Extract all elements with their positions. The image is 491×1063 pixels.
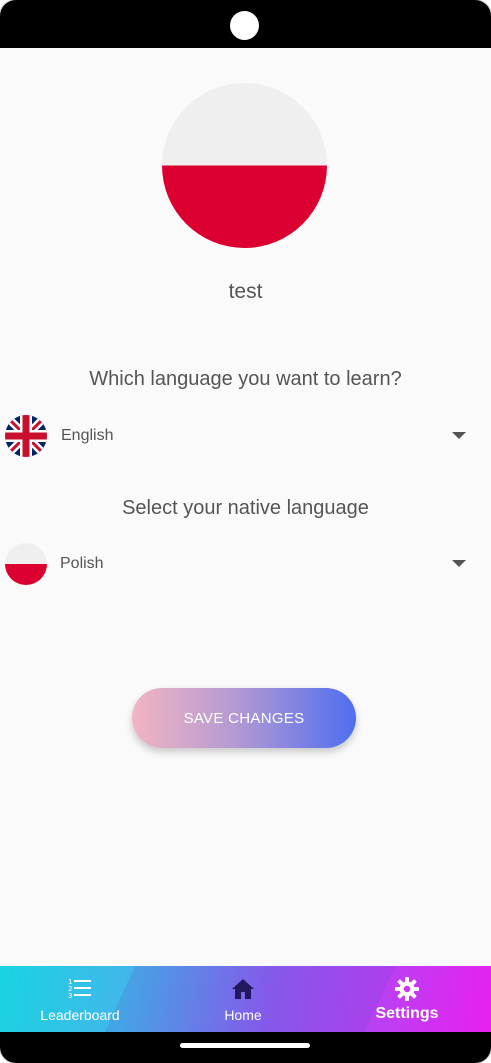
nav-item-home[interactable]: Home — [183, 966, 303, 1032]
status-bar — [0, 0, 491, 48]
home-icon — [232, 979, 254, 999]
profile-username: test — [228, 280, 263, 303]
learn-language-question: Which language you want to learn? — [89, 368, 402, 390]
home-indicator[interactable] — [180, 1043, 310, 1048]
nav-item-leaderboard[interactable]: 1 2 3 Leaderboard — [20, 966, 140, 1032]
native-language-value: Polish — [60, 555, 104, 572]
nav-label-settings: Settings — [375, 1005, 439, 1022]
learn-language-value: English — [61, 427, 114, 444]
system-gesture-bar — [0, 1032, 491, 1063]
uk-flag-icon — [5, 415, 47, 457]
nav-item-settings[interactable]: Settings — [347, 966, 467, 1032]
phone-screen: test Which language you want to learn? E… — [0, 0, 491, 1063]
gear-icon — [395, 977, 419, 1001]
native-language-select[interactable]: Polish — [0, 540, 491, 590]
learn-language-select[interactable]: English — [0, 412, 491, 462]
bottom-navigation: 1 2 3 Leaderboard Home Settings — [0, 966, 491, 1032]
svg-text:3: 3 — [68, 992, 72, 1000]
native-language-question: Select your native language — [122, 497, 369, 519]
profile-avatar-poland-flag — [162, 83, 327, 248]
list-icon: 1 2 3 — [68, 978, 91, 1000]
poland-flag-icon — [5, 543, 47, 585]
nav-label-home: Home — [224, 1007, 262, 1023]
save-changes-button[interactable]: SAVE CHANGES — [132, 688, 356, 748]
chevron-down-icon — [452, 560, 466, 567]
front-camera — [230, 11, 259, 40]
nav-label-leaderboard: Leaderboard — [40, 1007, 120, 1023]
chevron-down-icon — [452, 432, 466, 439]
